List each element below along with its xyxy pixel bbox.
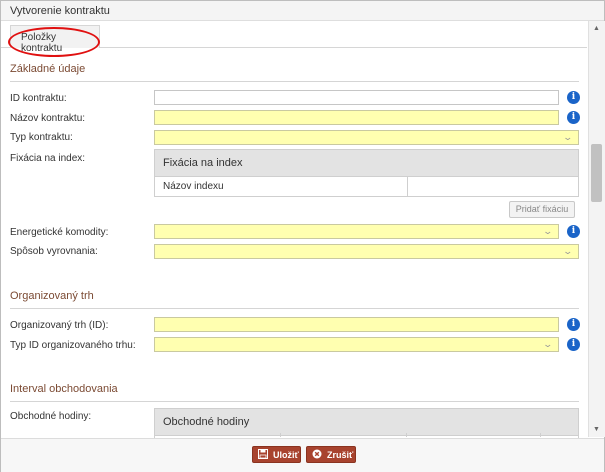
market-id-type-select[interactable]: ⌄ <box>154 337 559 352</box>
scroll-down-arrow-icon[interactable]: ▼ <box>593 426 600 433</box>
index-fixing-table-header: Fixácia na index <box>155 150 578 177</box>
index-fixing-table-title: Fixácia na index <box>163 157 243 169</box>
settlement-method-select[interactable]: ⌄ <box>154 244 579 259</box>
section-title-basic: Základné údaje <box>10 63 86 75</box>
market-id-label: Organizovaný trh (ID): <box>10 320 109 331</box>
save-button[interactable]: Uložiť <box>252 446 301 463</box>
index-fixing-table: Fixácia na index Názov indexu <box>154 149 579 197</box>
contract-id-label: ID kontraktu: <box>10 93 67 104</box>
index-fixing-table-row: Názov indexu <box>155 177 578 197</box>
save-button-label: Uložiť <box>273 450 299 460</box>
section-divider <box>10 308 579 309</box>
cancel-button[interactable]: Zrušiť <box>306 446 356 463</box>
dialog-titlebar: Vytvorenie kontraktu <box>1 1 604 21</box>
index-name-column-label: Názov indexu <box>163 181 224 192</box>
index-fixing-label: Fixácia na index: <box>10 153 86 164</box>
section-title-trading-interval: Interval obchodovania <box>10 383 118 395</box>
section-title-organized-market: Organizovaný trh <box>10 290 94 302</box>
trading-hours-table-title: Obchodné hodiny <box>163 416 250 428</box>
market-id-type-label: Typ ID organizovaného trhu: <box>10 340 136 351</box>
scrollbar-thumb[interactable] <box>591 144 602 202</box>
close-circle-icon <box>312 449 322 459</box>
index-name-column-header: Názov indexu <box>155 177 408 197</box>
chevron-down-icon: ⌄ <box>562 132 574 142</box>
settlement-method-label: Spôsob vyrovnania: <box>10 246 98 257</box>
add-fixing-button[interactable]: Pridať fixáciu <box>509 201 575 218</box>
chevron-down-icon: ⌄ <box>542 226 554 236</box>
dialog-window: Vytvorenie kontraktu Položky kontraktu Z… <box>0 0 605 472</box>
energy-commodities-select[interactable]: ⌄ <box>154 224 559 239</box>
chevron-down-icon: ⌄ <box>562 246 574 256</box>
floppy-icon <box>258 449 268 459</box>
vertical-scrollbar[interactable]: ▲ ▼ <box>588 21 605 437</box>
info-icon[interactable]: i <box>567 225 580 238</box>
info-icon[interactable]: i <box>567 318 580 331</box>
column-divider <box>280 433 281 437</box>
section-divider <box>10 81 579 82</box>
contract-name-input[interactable] <box>154 110 559 125</box>
info-icon[interactable]: i <box>567 338 580 351</box>
energy-commodities-label: Energetické komodity: <box>10 227 109 238</box>
trading-hours-table-header: Obchodné hodiny <box>155 409 578 436</box>
info-icon[interactable]: i <box>567 91 580 104</box>
dialog-title: Vytvorenie kontraktu <box>10 5 110 17</box>
tab-bar: Položky kontraktu <box>1 21 587 54</box>
market-id-input[interactable] <box>154 317 559 332</box>
contract-name-label: Názov kontraktu: <box>10 113 86 124</box>
contract-type-select[interactable]: ⌄ <box>154 130 579 145</box>
column-divider <box>406 433 407 437</box>
contract-type-label: Typ kontraktu: <box>10 132 73 143</box>
cancel-button-label: Zrušiť <box>327 450 354 460</box>
tab-contract-items[interactable]: Položky kontraktu <box>10 25 100 54</box>
chevron-down-icon: ⌄ <box>542 339 554 349</box>
section-divider <box>10 401 579 402</box>
dialog-footer: Uložiť Zrušiť <box>1 438 604 472</box>
column-divider <box>540 433 541 437</box>
info-icon[interactable]: i <box>567 111 580 124</box>
trading-hours-label: Obchodné hodiny: <box>10 411 92 422</box>
form-content: Základné údaje ID kontraktu: i Názov kon… <box>1 48 588 438</box>
scroll-up-arrow-icon[interactable]: ▲ <box>593 25 600 32</box>
trading-hours-columns <box>154 433 579 437</box>
contract-id-input[interactable] <box>154 90 559 105</box>
